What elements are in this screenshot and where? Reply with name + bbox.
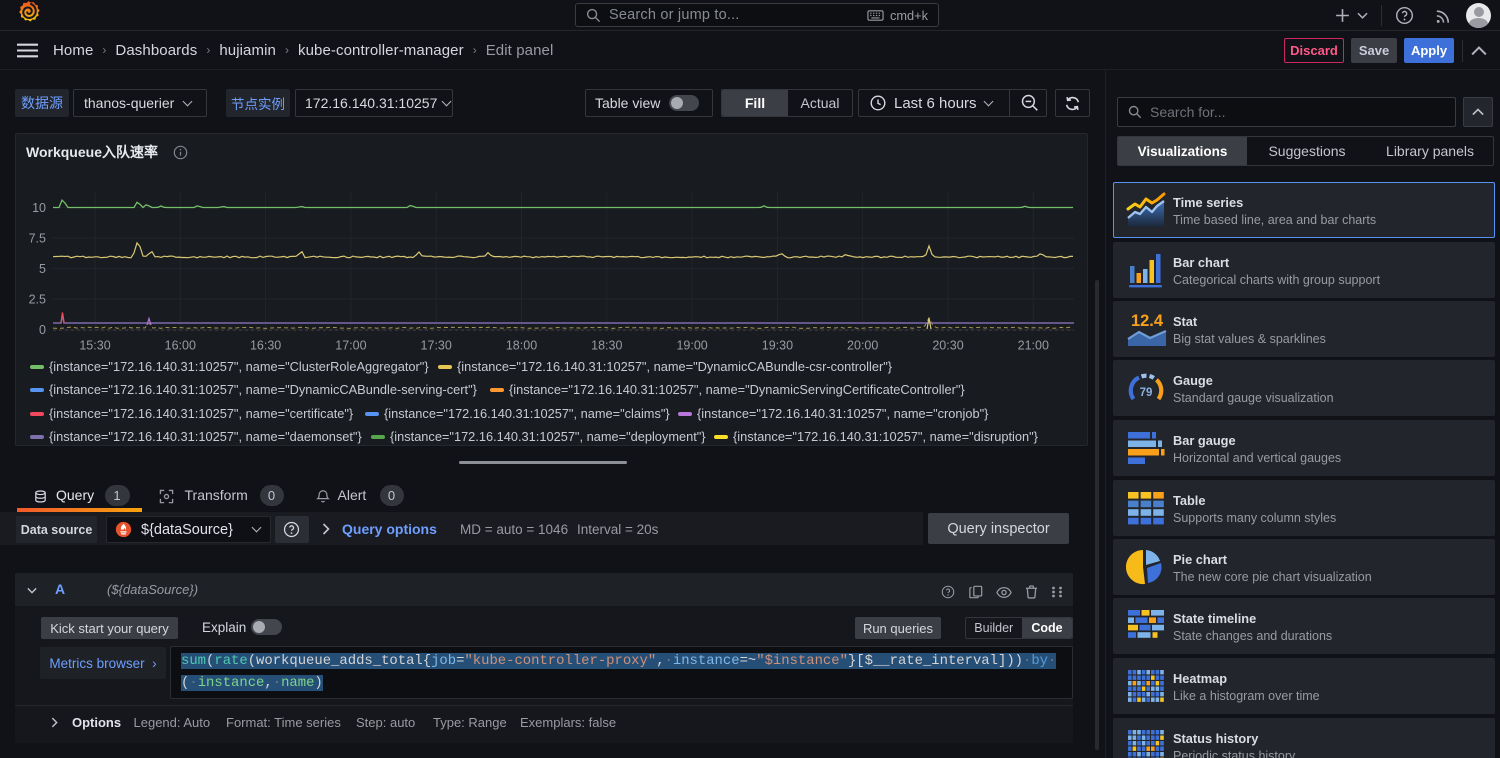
svg-text:79: 79 (1140, 387, 1153, 399)
svg-text:19:30: 19:30 (762, 339, 793, 353)
svg-text:2.5: 2.5 (29, 293, 46, 307)
svg-text:12.4: 12.4 (1131, 312, 1164, 330)
svg-text:10: 10 (32, 201, 46, 215)
svg-text:19:00: 19:00 (676, 339, 707, 353)
svg-text:17:00: 17:00 (335, 339, 366, 353)
svg-text:15:30: 15:30 (79, 339, 110, 353)
svg-text:20:30: 20:30 (932, 339, 963, 353)
svg-text:18:00: 18:00 (506, 339, 537, 353)
svg-text:5: 5 (39, 262, 46, 276)
svg-text:7.5: 7.5 (29, 232, 46, 246)
svg-text:0: 0 (39, 323, 46, 337)
svg-text:16:30: 16:30 (250, 339, 281, 353)
svg-text:21:00: 21:00 (1018, 339, 1049, 353)
svg-text:20:00: 20:00 (847, 339, 878, 353)
svg-text:18:30: 18:30 (591, 339, 622, 353)
svg-text:16:00: 16:00 (165, 339, 196, 353)
svg-text:17:30: 17:30 (421, 339, 452, 353)
